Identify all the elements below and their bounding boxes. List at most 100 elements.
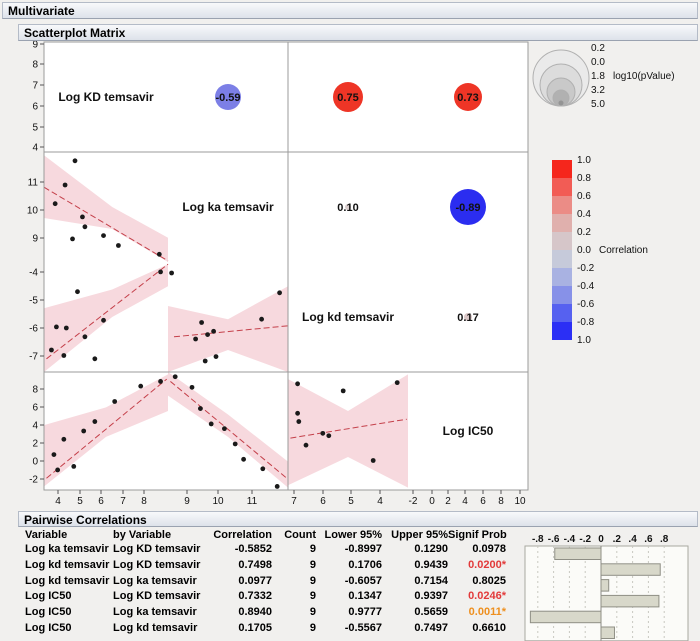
data-point[interactable] [72,158,78,164]
data-point[interactable] [112,399,118,404]
x-tick-label: 11 [247,496,258,507]
data-point[interactable] [232,441,238,447]
colorbar-segment [552,322,572,340]
data-point[interactable] [116,243,121,248]
data-point[interactable] [92,419,98,424]
data-point[interactable] [277,290,282,296]
pairwise-correlations-outline-header[interactable]: Pairwise Correlations [18,511,698,527]
data-point[interactable] [101,317,106,323]
data-point[interactable] [213,354,219,359]
column-header[interactable]: Upper 95% [382,528,448,542]
column-header[interactable]: by Variable [113,528,210,542]
table-row[interactable]: Log kd temsavir Log KD temsavir 0.7498 9 0.1… [25,558,518,574]
data-point[interactable] [222,426,227,432]
x-tick-label: 2 [445,496,451,507]
data-point[interactable] [158,269,163,275]
data-point[interactable] [241,456,247,462]
bar-axis-label: -.4 [564,534,576,545]
correlation-value-label: 0.75 [337,92,358,104]
data-point[interactable] [71,464,77,469]
data-point[interactable] [208,421,214,427]
column-header[interactable]: Variable [25,528,113,542]
data-point[interactable] [92,356,98,362]
data-point[interactable] [394,380,400,386]
table-row[interactable]: Log IC50 Log ka temsavir 0.8940 9 0.9777 0.56… [25,605,518,621]
table-row[interactable]: Log IC50 Log KD temsavir 0.7332 9 0.1347 0.93… [25,589,518,605]
pvalue-legend-label: 0.0 [591,57,605,68]
column-header[interactable]: Signif Prob [448,528,507,542]
data-point[interactable] [54,324,59,330]
data-point[interactable] [62,182,68,188]
cell-correlation: 0.1705 [238,621,272,634]
column-header[interactable]: Count [272,528,316,542]
colorbar-tick-label: -0.6 [577,299,595,310]
data-point[interactable] [211,328,217,334]
correlation-bar-chart: -.8 -.6 -.4 -.2 0 .2 .4 .6 .8 [524,534,689,641]
data-point[interactable] [169,270,175,276]
bar-axis-label: .4 [628,534,637,545]
data-point[interactable] [82,334,88,340]
data-point[interactable] [320,430,326,436]
data-point[interactable] [189,384,195,390]
x-tick-label: 4 [377,496,383,507]
table-row[interactable]: Log kd temsavir Log ka temsavir 0.0977 9 -0.… [25,574,518,590]
data-point[interactable] [172,374,178,380]
data-point[interactable] [296,419,302,424]
data-point[interactable] [202,358,208,364]
data-point[interactable] [55,467,61,473]
table-row[interactable]: Log IC50 Log kd temsavir 0.1705 9 -0.5567 0.7… [25,621,518,637]
data-point[interactable] [49,347,54,353]
data-point[interactable] [75,289,80,295]
data-point[interactable] [274,484,280,489]
cell-variable: Log ka temsavir [25,543,109,555]
data-point[interactable] [52,201,58,207]
pvalue-legend-title: log10(pValue) [613,71,675,82]
colorbar-segment [552,250,572,268]
multivariate-outline-header[interactable]: Multivariate [2,2,698,19]
y-tick-label: 7 [32,81,38,92]
data-point[interactable] [340,388,346,394]
data-point[interactable] [51,452,57,457]
cell-upper-95: 0.7154 [414,574,448,587]
correlation-bar[interactable] [600,594,660,608]
data-point[interactable] [61,353,67,358]
cell-count: 9 [309,606,316,619]
data-point[interactable] [193,336,199,342]
correlation-bar[interactable] [529,610,602,624]
data-point[interactable] [303,442,309,448]
scatterplot-matrix-title: Scatterplot Matrix [24,26,126,40]
column-header[interactable]: Correlation [210,528,272,542]
data-point[interactable] [205,332,211,337]
correlation-bar[interactable] [600,563,661,576]
data-point[interactable] [259,316,264,322]
data-point[interactable] [295,410,300,416]
data-point[interactable] [156,251,162,257]
data-point[interactable] [370,458,376,463]
table-row[interactable]: Log ka temsavir Log KD temsavir -0.5852 9 -0… [25,542,518,558]
data-point[interactable] [81,428,87,434]
data-point[interactable] [80,214,85,220]
data-point[interactable] [199,320,205,325]
scatterplot-matrix-outline-header[interactable]: Scatterplot Matrix [18,24,698,41]
correlation-bar[interactable] [600,579,610,592]
data-point[interactable] [158,379,163,384]
data-point[interactable] [101,233,106,239]
data-point[interactable] [295,381,300,387]
data-point[interactable] [61,436,67,442]
data-point[interactable] [63,325,69,331]
cell-signif-prob: 0.0011* [468,606,506,619]
cell-count: 9 [309,621,316,634]
cell-upper-95: 0.9439 [414,558,448,571]
y-tick-label: 9 [32,40,38,51]
cell-lower-95: -0.5567 [344,621,382,634]
y-tick-label: -7 [29,352,38,363]
data-point[interactable] [198,406,203,411]
column-header[interactable]: Lower 95% [316,528,382,542]
data-point[interactable] [70,236,75,242]
correlation-bar[interactable] [600,626,615,639]
data-point[interactable] [138,383,144,389]
data-point[interactable] [260,466,266,472]
data-point[interactable] [326,433,332,439]
correlation-bar[interactable] [554,547,602,560]
data-point[interactable] [82,224,88,230]
